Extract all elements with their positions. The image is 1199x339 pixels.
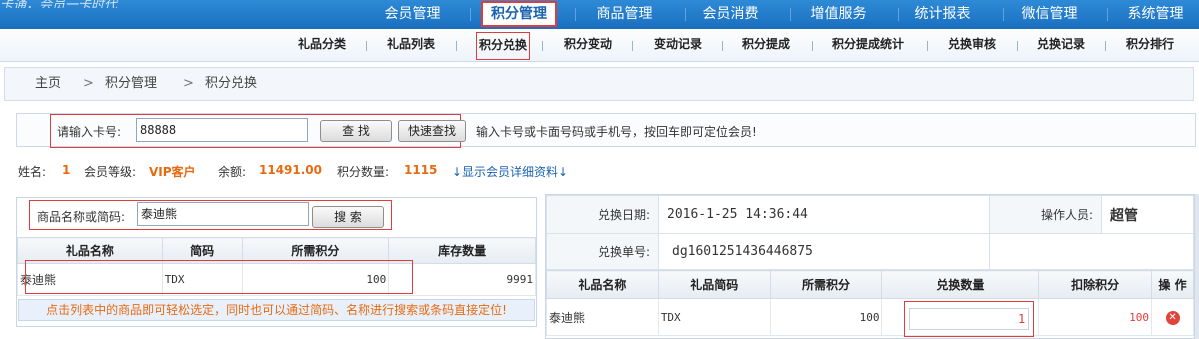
nav-member-management[interactable]: 会员管理 xyxy=(370,0,455,29)
card-number-input[interactable]: 88888 xyxy=(136,118,308,142)
sub-nav: 礼品分类 礼品列表 积分兑换 积分变动 变动记录 积分提成 积分提成统计 兑换审… xyxy=(0,29,1199,62)
member-balance: 11491.00 xyxy=(259,163,323,177)
card-search-panel: 请输入卡号: 88888 查 找 快速查找 输入卡号或卡面号码或手机号，按回车即… xyxy=(16,113,1196,148)
member-points: 1115 xyxy=(404,163,438,177)
exchange-order-label: 兑换单号: xyxy=(546,233,659,270)
subnav-divider xyxy=(1017,41,1018,51)
subnav-divider xyxy=(632,41,633,51)
gift-search-label: 商品名称或简码: xyxy=(37,210,126,224)
nav-divider xyxy=(1003,8,1004,21)
member-level: VIP客户 xyxy=(149,165,196,179)
nav-goods-management[interactable]: 商品管理 xyxy=(582,0,667,29)
col-exchange-qty: 兑换数量 xyxy=(881,270,1040,299)
nav-divider xyxy=(1107,8,1108,21)
subnav-points-commission[interactable]: 积分提成 xyxy=(728,29,804,62)
quick-search-button[interactable]: 快速查找 xyxy=(398,120,466,142)
find-button[interactable]: 查 找 xyxy=(320,120,392,142)
breadcrumb-separator: > xyxy=(83,76,94,91)
exchange-order-value: dg1601251436446875 xyxy=(658,233,990,270)
exchange-required-points: 100 xyxy=(769,298,883,336)
exchange-panel: 兑换日期: 2016-1-25 14:36:44 操作人员: 超管 兑换单号: … xyxy=(545,194,1195,339)
top-nav: 卡通，会员一卡时代 会员管理 积分管理 商品管理 会员消费 增值服务 统计报表 … xyxy=(0,0,1199,29)
subnav-divider xyxy=(1105,41,1106,51)
member-points-label: 积分数量: xyxy=(337,165,390,179)
exchange-item-row: 泰迪熊 TDX 100 1 100 ✕ xyxy=(546,298,1194,337)
exchange-action-cell: ✕ xyxy=(1151,298,1194,336)
operator-label: 操作人员: xyxy=(989,195,1102,234)
subnav-points-exchange[interactable]: 积分兑换 xyxy=(475,31,531,61)
delete-icon[interactable]: ✕ xyxy=(1165,310,1180,325)
nav-member-consumption[interactable]: 会员消费 xyxy=(688,0,773,29)
exchange-qty-highlight: 1 xyxy=(904,301,1035,337)
exchange-gift-name: 泰迪熊 xyxy=(546,298,659,336)
col-gift-name: 礼品名称 xyxy=(546,270,659,299)
nav-divider xyxy=(898,8,899,21)
nav-system[interactable]: 系统管理 xyxy=(1113,0,1198,29)
nav-wechat[interactable]: 微信管理 xyxy=(1007,0,1092,29)
nav-statistics[interactable]: 统计报表 xyxy=(900,0,985,29)
breadcrumb: 主页 > 积分管理 > 积分兑换 xyxy=(4,67,1194,101)
nav-points-management[interactable]: 积分管理 xyxy=(481,1,557,27)
member-balance-label: 余额: xyxy=(218,165,247,179)
subnav-divider xyxy=(722,41,723,51)
col-gift-code: 礼品简码 xyxy=(657,270,771,299)
vertical-scrollbar[interactable] xyxy=(1195,194,1199,339)
col-action: 操 作 xyxy=(1151,270,1194,299)
subnav-divider xyxy=(812,41,813,51)
breadcrumb-points-management[interactable]: 积分管理 xyxy=(105,68,157,100)
subnav-change-records[interactable]: 变动记录 xyxy=(640,29,716,62)
gift-panel: 商品名称或简码: 泰迪熊 搜 索 礼品名称 简码 所需积分 库存数量 泰迪熊 T… xyxy=(16,197,537,327)
gift-search-button[interactable]: 搜 索 xyxy=(312,206,384,228)
nav-divider xyxy=(790,8,791,21)
exchange-table-header: 礼品名称 礼品简码 所需积分 兑换数量 扣除积分 操 作 xyxy=(546,270,1194,299)
subnav-gift-list[interactable]: 礼品列表 xyxy=(373,29,449,62)
member-name: 1 xyxy=(62,163,71,177)
empty-cell xyxy=(989,233,1194,270)
member-level-label: 会员等级: xyxy=(84,165,137,179)
nav-divider xyxy=(470,8,471,21)
gift-row-highlight xyxy=(25,260,413,294)
breadcrumb-separator: > xyxy=(183,76,194,91)
subnav-commission-stats[interactable]: 积分提成统计 xyxy=(818,29,918,62)
exchange-info-table: 兑换日期: 2016-1-25 14:36:44 操作人员: 超管 兑换单号: … xyxy=(546,195,1194,270)
subnav-exchange-review[interactable]: 兑换审核 xyxy=(934,29,1010,62)
nav-value-added[interactable]: 增值服务 xyxy=(796,0,881,29)
nav-divider xyxy=(575,8,576,21)
breadcrumb-current: 积分兑换 xyxy=(205,76,258,91)
exchange-date-value: 2016-1-25 14:36:44 xyxy=(658,195,990,234)
subnav-points-change[interactable]: 积分变动 xyxy=(550,29,626,62)
nav-divider xyxy=(685,8,686,21)
card-number-label: 请输入卡号: xyxy=(57,125,122,139)
subnav-exchange-records[interactable]: 兑换记录 xyxy=(1023,29,1099,62)
brand-slogan: 卡通，会员一卡时代 xyxy=(0,0,118,8)
show-member-details-link[interactable]: ↓显示会员详细资料↓ xyxy=(452,163,568,180)
exchange-date-label: 兑换日期: xyxy=(546,195,659,234)
subnav-gift-category[interactable]: 礼品分类 xyxy=(284,29,360,62)
subnav-divider xyxy=(456,41,457,51)
subnav-divider xyxy=(542,41,543,51)
gift-selection-tip: 点击列表中的商品即可轻松选定，同时也可以通过简码、名称进行搜索或条码直接定位! xyxy=(18,299,535,321)
gift-search-input[interactable]: 泰迪熊 xyxy=(137,202,309,226)
breadcrumb-home[interactable]: 主页 xyxy=(35,68,61,100)
col-deduct-points: 扣除积分 xyxy=(1038,270,1153,299)
exchange-qty-input[interactable]: 1 xyxy=(909,308,1030,330)
subnav-divider xyxy=(366,41,367,51)
exchange-gift-code: TDX xyxy=(657,298,771,336)
member-name-label: 姓名: xyxy=(18,165,47,179)
subnav-divider xyxy=(927,41,928,51)
operator-value: 超管 xyxy=(1101,195,1194,234)
col-required-points: 所需积分 xyxy=(769,270,883,299)
exchange-qty-cell: 1 xyxy=(881,298,1040,337)
card-search-hint: 输入卡号或卡面号码或手机号，按回车即可定位会员! xyxy=(476,125,757,139)
exchange-items-table: 礼品名称 礼品简码 所需积分 兑换数量 扣除积分 操 作 泰迪熊 TDX 100… xyxy=(546,270,1194,337)
exchange-deduct-points: 100 xyxy=(1038,298,1153,336)
subnav-points-ranking[interactable]: 积分排行 xyxy=(1112,29,1188,62)
